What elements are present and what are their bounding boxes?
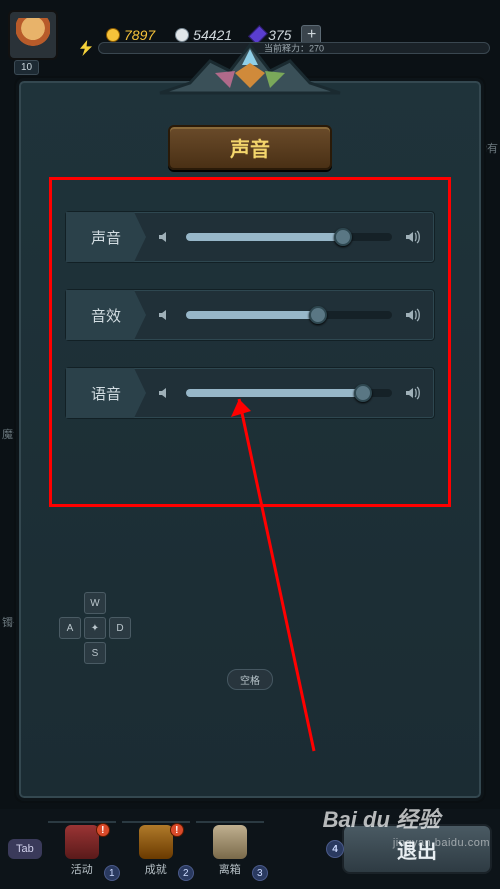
space-key-hint[interactable]: 空格	[227, 669, 273, 690]
speaker-min-icon	[154, 226, 176, 248]
slider-thumb-voice[interactable]	[354, 384, 372, 402]
slider-group: 声音 音效	[65, 211, 435, 419]
slider-label-sfx: 音效	[66, 290, 146, 340]
nav-button-achievement[interactable]: ! 成就 2	[122, 821, 190, 877]
tab-key-hint[interactable]: Tab	[8, 839, 42, 859]
dpad-center: ✦	[84, 617, 106, 639]
slider-label-voice: 语音	[66, 368, 146, 418]
dpad-up[interactable]: W	[84, 592, 106, 614]
dpad-down[interactable]: S	[84, 642, 106, 664]
slider-track-sound[interactable]	[186, 233, 392, 241]
slider-thumb-sound[interactable]	[334, 228, 352, 246]
speaker-min-icon	[154, 304, 176, 326]
nav-label-activity: 活动	[71, 861, 93, 877]
slider-label-sound: 声音	[66, 212, 146, 262]
slider-row-voice: 语音	[65, 367, 435, 419]
hotkey-badge: 1	[104, 865, 120, 881]
player-avatar[interactable]	[8, 10, 58, 60]
hotkey-badge: 3	[252, 865, 268, 881]
nav-label-achievement: 成就	[145, 861, 167, 877]
speaker-max-icon	[402, 226, 424, 248]
watermark-logo: Bai du 经验	[323, 802, 440, 834]
player-level-badge: 10	[14, 60, 39, 75]
nav-label-chest: 离箱	[219, 861, 241, 877]
energy-row: 当前释力：270	[80, 40, 490, 56]
dpad-left[interactable]: A	[59, 617, 81, 639]
modal-title: 声音	[168, 125, 332, 170]
speaker-max-icon	[402, 304, 424, 326]
top-hud: 7897 54421 375 +	[0, 0, 500, 70]
watermark-url: jingyan.baidu.com	[393, 837, 490, 849]
slider-thumb-sfx[interactable]	[309, 306, 327, 324]
slider-row-sfx: 音效	[65, 289, 435, 341]
hotkey-badge: 4	[326, 840, 344, 858]
chest-icon	[213, 825, 247, 859]
sound-settings-modal: 声音 声音 音效	[16, 78, 484, 801]
dpad-wasd: W A ✦ D S	[55, 588, 135, 668]
energy-bar[interactable]: 当前释力：270	[98, 42, 490, 54]
achievement-icon	[139, 825, 173, 859]
nav-button-activity[interactable]: ! 活动 1	[48, 821, 116, 877]
activity-icon	[65, 825, 99, 859]
slider-track-voice[interactable]	[186, 389, 392, 397]
hotkey-badge: 2	[178, 865, 194, 881]
alert-badge-icon: !	[96, 823, 110, 837]
nav-button-chest[interactable]: 离箱 3	[196, 821, 264, 877]
slider-track-sfx[interactable]	[186, 311, 392, 319]
speaker-min-icon	[154, 382, 176, 404]
dpad-right[interactable]: D	[109, 617, 131, 639]
speaker-max-icon	[402, 382, 424, 404]
energy-icon	[80, 40, 92, 56]
alert-badge-icon: !	[170, 823, 184, 837]
energy-label: 当前释力：270	[264, 42, 324, 55]
slider-row-sound: 声音	[65, 211, 435, 263]
